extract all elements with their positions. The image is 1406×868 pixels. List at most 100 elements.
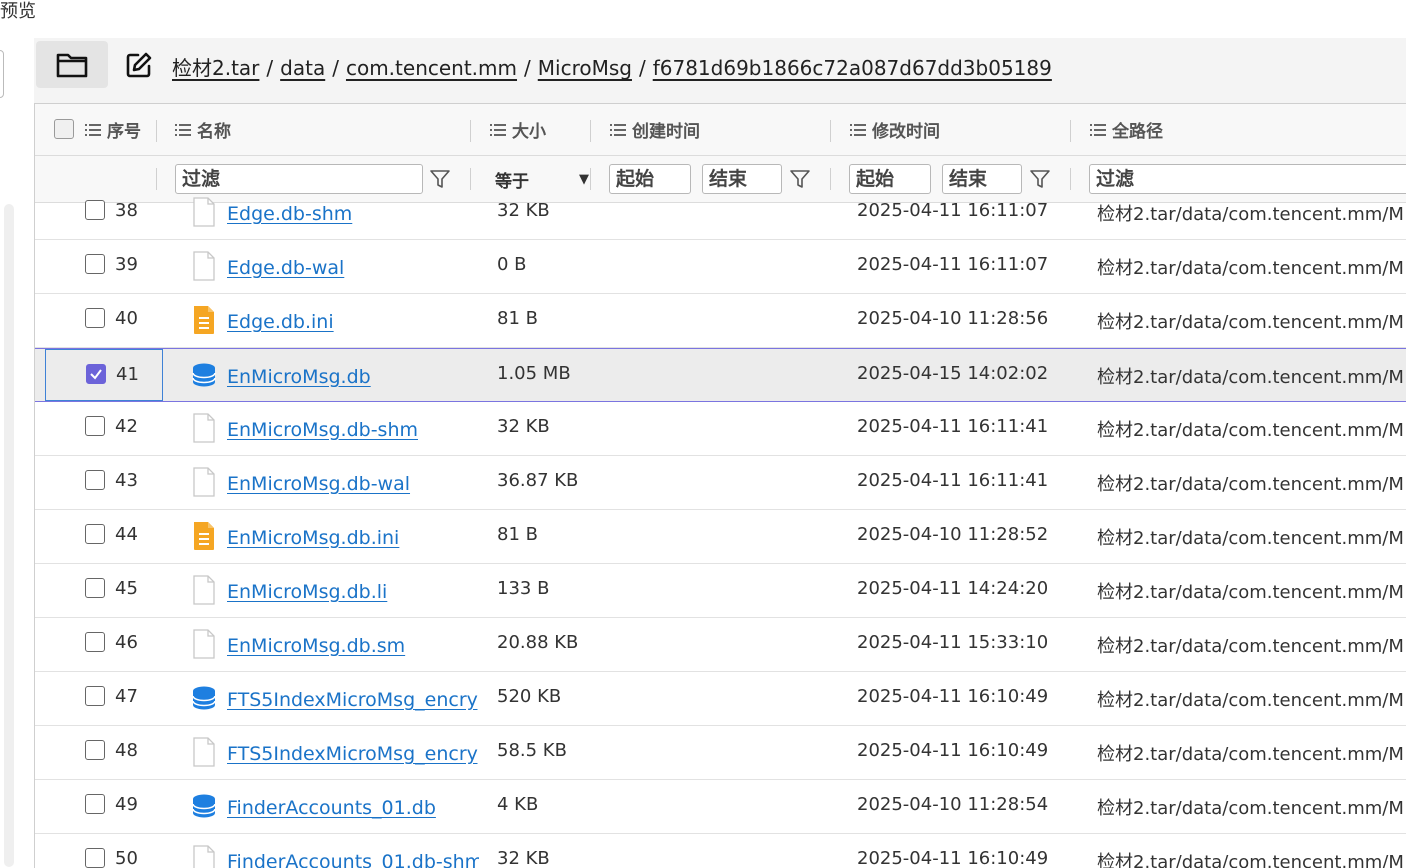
table-row[interactable]: 40 Edge.db.ini 81 B 2025-04-10 11:28:56 检材2.… [35, 294, 1406, 348]
row-checkbox[interactable] [85, 416, 105, 436]
table-row[interactable]: 47 FTS5IndexMicroMsg_encryp 520 KB 2025-04-… [35, 672, 1406, 726]
row-index: 44 [115, 524, 138, 545]
file-name-link[interactable]: EnMicroMsg.db.li [227, 581, 479, 603]
row-checkbox[interactable] [85, 794, 105, 814]
breadcrumb-item[interactable]: com.tencent.mm [346, 56, 517, 80]
table-row[interactable]: 50 FinderAccounts_01.db-shm 32 KB 2025-04-1… [35, 834, 1406, 868]
table-header: 序号 名称 大小 创建时间 修改时间 全路径 [35, 104, 1406, 156]
column-menu-icon [85, 123, 101, 137]
full-path: 检材2.tar/data/com.tencent.mm/M [1097, 636, 1404, 657]
file-name-link[interactable]: FTS5IndexMicroMsg_encryp [227, 743, 479, 765]
breadcrumb-item[interactable]: 检材2.tar [172, 56, 259, 80]
database-icon [191, 791, 217, 821]
row-checkbox[interactable] [85, 848, 105, 868]
row-index-cell[interactable]: 49 [85, 780, 163, 833]
full-path: 检材2.tar/data/com.tencent.mm/M [1097, 420, 1404, 441]
row-index: 41 [116, 364, 139, 385]
row-index-cell[interactable]: 43 [85, 456, 163, 509]
left-panel-handle[interactable] [0, 50, 4, 98]
table-row[interactable]: 43 EnMicroMsg.db-wal 36.87 KB 2025-04-11 16… [35, 456, 1406, 510]
vertical-scrollbar[interactable] [4, 204, 14, 867]
edit-path-button[interactable] [124, 50, 154, 80]
column-divider[interactable] [590, 120, 591, 142]
row-checkbox[interactable] [86, 364, 106, 384]
folder-icon [56, 53, 88, 77]
row-index: 47 [115, 686, 138, 707]
breadcrumb-item-current[interactable]: f6781d69b1866c72a087d67dd3b05189 [653, 56, 1052, 80]
row-checkbox[interactable] [85, 632, 105, 652]
row-index: 46 [115, 632, 138, 653]
file-name-link[interactable]: EnMicroMsg.db-wal [227, 473, 479, 495]
file-name-link[interactable]: EnMicroMsg.db-shm [227, 419, 479, 441]
row-index-cell[interactable]: 46 [85, 618, 163, 671]
row-index-cell[interactable]: 40 [85, 294, 163, 347]
column-header-size[interactable]: 大小 [490, 104, 546, 155]
row-index-cell[interactable]: 45 [85, 564, 163, 617]
database-icon [191, 360, 217, 390]
file-size: 20.88 KB [497, 632, 579, 653]
column-header-name[interactable]: 名称 [175, 104, 231, 155]
row-index: 38 [115, 200, 138, 221]
row-checkbox[interactable] [85, 740, 105, 760]
full-path: 检材2.tar/data/com.tencent.mm/M [1097, 367, 1404, 388]
column-header-index[interactable]: 序号 [85, 104, 141, 155]
file-size: 32 KB [497, 200, 550, 221]
table-row[interactable]: 48 FTS5IndexMicroMsg_encryp 58.5 KB 2025-04… [35, 726, 1406, 780]
table-row[interactable]: 45 EnMicroMsg.db.li 133 B 2025-04-11 14:24:… [35, 564, 1406, 618]
row-index-cell[interactable]: 44 [85, 510, 163, 563]
modified-time: 2025-04-10 11:28:54 [857, 794, 1049, 815]
row-index-cell[interactable]: 42 [85, 402, 163, 455]
row-checkbox[interactable] [85, 470, 105, 490]
file-name-link[interactable]: FTS5IndexMicroMsg_encryp [227, 689, 479, 711]
column-header-full-path[interactable]: 全路径 [1090, 104, 1163, 155]
column-divider[interactable] [156, 120, 157, 142]
file-name-link[interactable]: EnMicroMsg.db.sm [227, 635, 479, 657]
file-name-link[interactable]: EnMicroMsg.db.ini [227, 527, 479, 549]
table-row[interactable]: 44 EnMicroMsg.db.ini 81 B 2025-04-10 11:28:… [35, 510, 1406, 564]
file-name-link[interactable]: FinderAccounts_01.db [227, 797, 479, 819]
modified-time: 2025-04-10 11:28:56 [857, 308, 1049, 329]
row-checkbox[interactable] [85, 578, 105, 598]
column-divider[interactable] [830, 120, 831, 142]
modified-time: 2025-04-15 14:02:02 [857, 363, 1049, 384]
file-name-link[interactable]: Edge.db.ini [227, 311, 479, 333]
full-path: 检材2.tar/data/com.tencent.mm/M [1097, 582, 1404, 603]
row-index-cell[interactable]: 38 [85, 186, 163, 239]
file-size: 81 B [497, 524, 538, 545]
checkmark-icon [90, 369, 102, 380]
file-name-link[interactable]: EnMicroMsg.db [227, 366, 479, 388]
row-checkbox[interactable] [85, 524, 105, 544]
row-index-cell[interactable]: 50 [85, 834, 163, 868]
modified-time: 2025-04-11 14:24:20 [857, 578, 1049, 599]
file-size: 133 B [497, 578, 550, 599]
row-checkbox[interactable] [85, 686, 105, 706]
table-row[interactable]: 41 EnMicroMsg.db 1.05 MB 2025-04-15 14:02:0… [35, 348, 1406, 402]
full-path: 检材2.tar/data/com.tencent.mm/M [1097, 744, 1404, 765]
table-row[interactable]: 39 Edge.db-wal 0 B 2025-04-11 16:11:07 检材2.t… [35, 240, 1406, 294]
table-row[interactable]: 38 Edge.db-shm 32 KB 2025-04-11 16:11:07 检材2… [35, 186, 1406, 240]
open-folder-button[interactable] [36, 41, 108, 88]
file-name-link[interactable]: Edge.db-wal [227, 257, 479, 279]
column-menu-icon [850, 123, 866, 137]
row-index: 45 [115, 578, 138, 599]
row-checkbox[interactable] [85, 254, 105, 274]
table-row[interactable]: 49 FinderAccounts_01.db 4 KB 2025-04-10 11:… [35, 780, 1406, 834]
file-name-link[interactable]: Edge.db-shm [227, 203, 479, 225]
select-all-checkbox[interactable] [54, 119, 74, 139]
column-divider[interactable] [1070, 120, 1071, 142]
row-index-cell[interactable]: 48 [85, 726, 163, 779]
breadcrumb-item[interactable]: data [280, 56, 325, 80]
row-index-cell[interactable]: 41 [45, 349, 163, 401]
row-index-cell[interactable]: 39 [85, 240, 163, 293]
row-index-cell[interactable]: 47 [85, 672, 163, 725]
blank-file-icon [191, 575, 217, 605]
row-checkbox[interactable] [85, 308, 105, 328]
breadcrumb-item[interactable]: MicroMsg [538, 56, 632, 80]
table-row[interactable]: 42 EnMicroMsg.db-shm 32 KB 2025-04-11 16:11… [35, 402, 1406, 456]
row-checkbox[interactable] [85, 200, 105, 220]
file-name-link[interactable]: FinderAccounts_01.db-shm [227, 851, 479, 868]
column-header-modified[interactable]: 修改时间 [850, 104, 940, 155]
table-row[interactable]: 46 EnMicroMsg.db.sm 20.88 KB 2025-04-11 15:… [35, 618, 1406, 672]
column-header-created[interactable]: 创建时间 [610, 104, 700, 155]
column-divider[interactable] [470, 120, 471, 142]
